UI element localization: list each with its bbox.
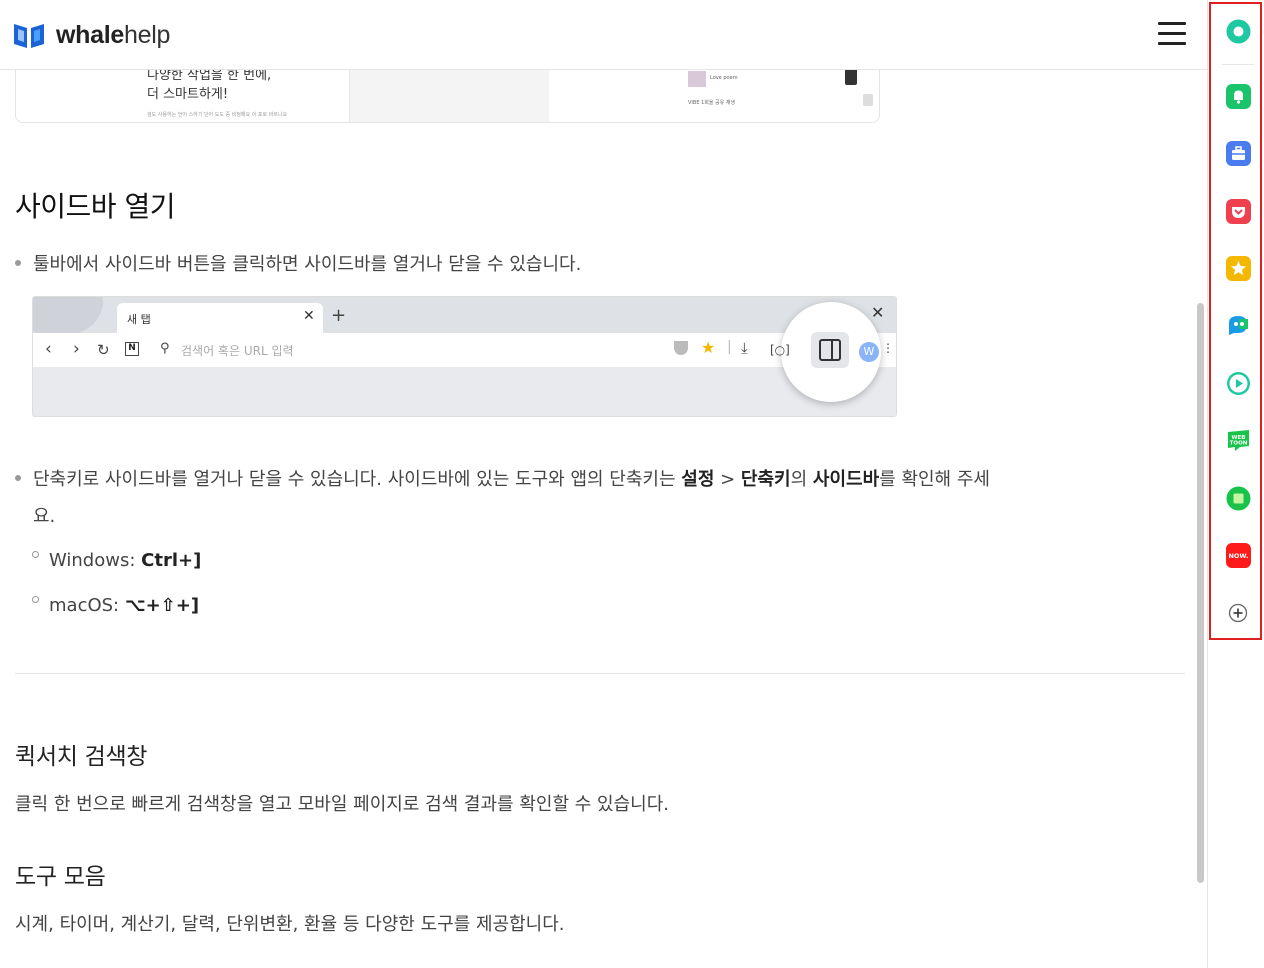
reload-icon: ↻: [97, 341, 110, 359]
new-tab-plus-icon: +: [331, 305, 347, 326]
section-title-toolbox: 도구 모음: [15, 864, 106, 890]
shortcut-windows: Windows: Ctrl+]: [32, 550, 201, 571]
promo-mini-text: VIBE 1회을 공유 재생: [688, 100, 736, 106]
naver-n-icon: N: [125, 342, 139, 356]
promo-mini-text: Love poem: [710, 75, 738, 81]
close-icon: ✕: [303, 308, 315, 324]
whale-book-logo-icon: [14, 24, 44, 48]
download-icon: ⤓: [741, 339, 748, 357]
article-content: 다양한 작업을 한 번에, 더 스마트하게! 검도 사용하는 언어 스하기 단어…: [0, 70, 1200, 968]
tab-title: 새 탭: [127, 313, 151, 326]
sidebar-toggle-icon: [811, 332, 849, 368]
shortcut-macos: macOS: ⌥+⇧+]: [32, 595, 199, 616]
list-item: 툴바에서 사이드바 버튼을 클릭하면 사이드바를 열거나 닫을 수 있습니다.: [15, 246, 581, 283]
forward-icon: ›: [73, 339, 80, 359]
hamburger-menu-icon[interactable]: [1158, 22, 1186, 46]
page-scrollbar[interactable]: [1197, 303, 1204, 883]
promo-screenshot-image: 다양한 작업을 한 번에, 더 스마트하게! 검도 사용하는 언어 스하기 단어…: [15, 70, 880, 123]
logo-text: whalehelp: [56, 20, 171, 49]
whalehelp-logo[interactable]: whalehelp: [12, 20, 170, 50]
section-title-quick-search: 퀵서치 검색창: [15, 744, 148, 770]
list-item: 단축키로 사이드바를 열거나 닫을 수 있습니다. 사이드바에 있는 도구와 앱…: [15, 461, 1185, 498]
capture-icon: [○]: [770, 343, 790, 357]
promo-fine-print: 검도 사용하는 언어 스하기 단어 도도 중 비정해요 이 포로 바르니요: [147, 112, 288, 118]
highlight-frame: [1209, 2, 1262, 640]
search-icon: ⚲: [160, 341, 170, 356]
shield-icon: [674, 341, 688, 355]
toolbar-screenshot-image: 새 탭 ✕ + ✕ ‹ › ↻ N ⚲ 검색어 혹은 URL 입력 ★ | ⤓ …: [32, 296, 897, 417]
section-title-open-sidebar: 사이드바 열기: [15, 190, 175, 223]
profile-avatar: W: [859, 342, 879, 362]
section-desc-toolbox: 시계, 타이머, 계산기, 달력, 단위변환, 환율 등 다양한 도구를 제공합…: [15, 914, 565, 935]
list-item-wrap: 요.: [33, 506, 56, 527]
address-placeholder: 검색어 혹은 URL 입력: [181, 344, 294, 358]
site-header: whalehelp: [0, 0, 1207, 70]
star-icon: ★: [701, 338, 716, 357]
promo-headline: 다양한 작업을 한 번에, 더 스마트하게!: [147, 70, 272, 102]
section-desc-quick-search: 클릭 한 번으로 빠르게 검색창을 열고 모바일 페이지로 검색 결과를 확인할…: [15, 794, 669, 815]
window-close-icon: ✕: [871, 303, 885, 322]
divider: [15, 673, 1185, 674]
back-icon: ‹: [45, 339, 52, 359]
